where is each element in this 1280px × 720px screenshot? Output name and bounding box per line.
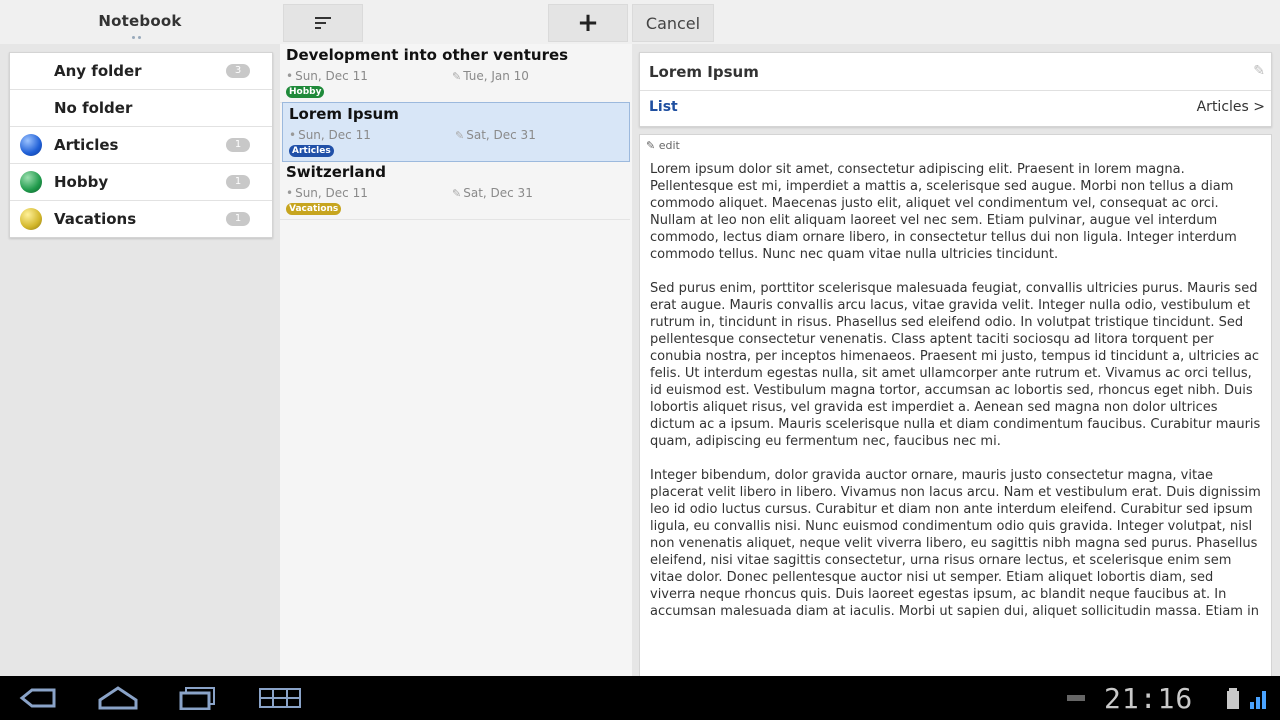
folder-label: No folder (54, 99, 133, 117)
plus-icon: + (577, 8, 599, 38)
note-text: Lorem ipsum dolor sit amet, consectetur … (650, 161, 1262, 637)
signal-icon[interactable] (1248, 688, 1270, 710)
note-created-date: • Sun, Dec 11 (286, 186, 368, 200)
action-bar: Notebook + Cancel (0, 0, 1280, 44)
divider (640, 90, 1271, 91)
usb-notification-icon[interactable] (1066, 692, 1086, 704)
pencil-icon: ✎ (452, 187, 462, 200)
folder-item-articles[interactable]: Articles 1 (10, 127, 272, 164)
note-folder-tag: Vacations (286, 203, 342, 215)
paragraph: Integer bibendum, dolor gravida auctor o… (650, 468, 1261, 619)
note-title: Switzerland (286, 163, 386, 181)
note-folder-tag: Hobby (286, 86, 325, 98)
edit-label[interactable]: ✎ edit (646, 139, 680, 152)
note-item[interactable]: Switzerland • Sun, Dec 11 ✎ Sat, Dec 31 Va… (280, 161, 630, 220)
folder-item-any[interactable]: Any folder 3 (10, 53, 272, 90)
folder-label: Articles (54, 136, 119, 154)
paragraph: Lorem ipsum dolor sit amet, consectetur … (650, 162, 1237, 262)
yellow-folder-icon (20, 208, 42, 230)
folder-label: Any folder (54, 62, 142, 80)
folder-count-badge: 3 (226, 64, 250, 78)
folder-list: Any folder 3 No folder Articles 1 Hobby … (9, 52, 273, 238)
note-modified-date: ✎ Sat, Dec 31 (452, 186, 533, 200)
home-icon[interactable] (96, 686, 140, 710)
notebook-spinner-indicator (132, 36, 146, 39)
clock[interactable]: 21:16 (1104, 682, 1193, 715)
blue-folder-icon (20, 134, 42, 156)
pencil-icon: ✎ (646, 139, 656, 152)
list-link[interactable]: List (649, 99, 678, 115)
folder-count-badge: 1 (226, 212, 250, 226)
note-item-selected[interactable]: Lorem Ipsum • Sun, Dec 11 ✎ Sat, Dec 31 Ar… (282, 102, 630, 162)
note-title: Lorem Ipsum (289, 105, 399, 123)
pencil-icon: ✎ (455, 129, 465, 142)
battery-icon[interactable] (1226, 688, 1240, 710)
note-list: Development into other ventures • Sun, De… (280, 44, 632, 676)
folder-link[interactable]: Articles > (1197, 99, 1265, 115)
folder-item-none[interactable]: No folder (10, 90, 272, 127)
detail-title[interactable]: Lorem Ipsum (649, 63, 759, 81)
sort-icon (315, 17, 331, 29)
add-note-button[interactable]: + (548, 4, 628, 42)
folder-label: Vacations (54, 210, 137, 228)
folder-item-hobby[interactable]: Hobby 1 (10, 164, 272, 201)
note-detail-header: Lorem Ipsum ✎ List Articles > (639, 52, 1272, 127)
back-icon[interactable] (18, 686, 58, 710)
note-created-date: • Sun, Dec 11 (286, 69, 368, 83)
sort-button[interactable] (283, 4, 363, 42)
menu-grid-icon[interactable] (258, 686, 302, 710)
folder-item-vacations[interactable]: Vacations 1 (10, 201, 272, 237)
note-folder-tag: Articles (289, 145, 334, 157)
note-body[interactable]: ✎ edit Lorem ipsum dolor sit amet, conse… (639, 134, 1272, 678)
folder-count-badge: 1 (226, 175, 250, 189)
paragraph: Sed purus enim, porttitor scelerisque ma… (650, 281, 1261, 449)
folder-label: Hobby (54, 173, 109, 191)
system-bar: 21:16 (0, 676, 1280, 720)
note-item[interactable]: Development into other ventures • Sun, De… (280, 44, 630, 103)
notebook-title[interactable]: Notebook (96, 12, 184, 30)
note-modified-date: ✎ Sat, Dec 31 (455, 128, 536, 142)
pencil-icon: ✎ (452, 70, 462, 83)
green-folder-icon (20, 171, 42, 193)
cancel-button[interactable]: Cancel (632, 4, 714, 42)
note-modified-date: ✎ Tue, Jan 10 (452, 69, 529, 83)
folder-count-badge: 1 (226, 138, 250, 152)
pencil-icon[interactable]: ✎ (1253, 63, 1265, 79)
recent-apps-icon[interactable] (178, 686, 218, 710)
note-created-date: • Sun, Dec 11 (289, 128, 371, 142)
note-title: Development into other ventures (286, 46, 569, 64)
